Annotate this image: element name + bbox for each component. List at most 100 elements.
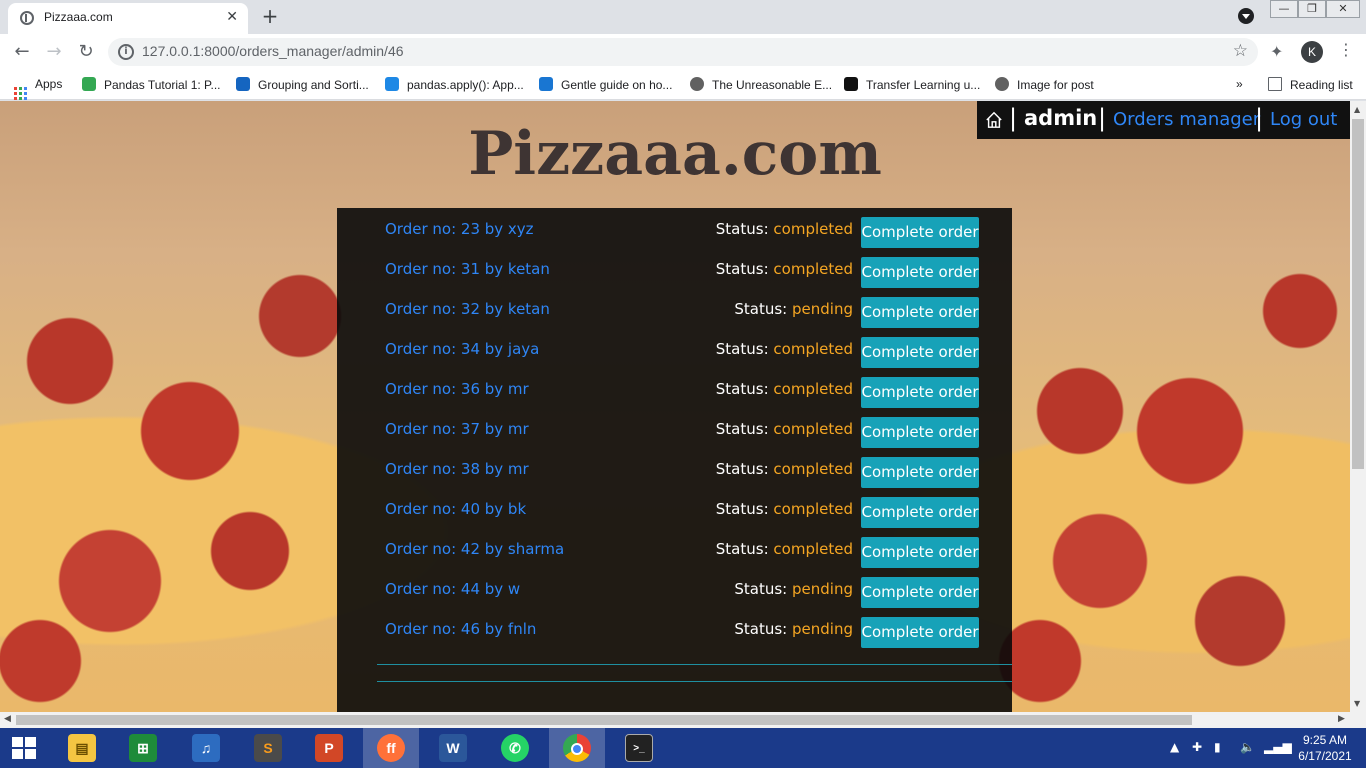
page-viewport: Pizzaaa.com | admin | Orders manager | L…: [0, 101, 1350, 712]
powerpoint-icon[interactable]: P: [301, 728, 357, 768]
medium-favicon-icon: [844, 77, 858, 91]
order-link[interactable]: Order no: 40 by bk: [385, 500, 526, 518]
status-value: completed: [773, 260, 853, 278]
status-value: completed: [773, 460, 853, 478]
order-link[interactable]: Order no: 37 by mr: [385, 420, 529, 438]
new-tab-button[interactable]: +: [256, 5, 284, 29]
pandas-apply-favicon-icon: [385, 77, 399, 91]
firefox-icon[interactable]: ff: [363, 728, 419, 768]
complete-order-button[interactable]: Complete order: [861, 417, 979, 448]
volume-icon[interactable]: 🔈: [1240, 740, 1255, 754]
browser-tab-active[interactable]: Pizzaaa.com ✕: [8, 3, 248, 34]
tab-close-icon[interactable]: ✕: [226, 9, 238, 25]
scroll-up-icon[interactable]: ▲: [1354, 105, 1360, 114]
order-link[interactable]: Order no: 32 by ketan: [385, 300, 550, 318]
bookmark-item[interactable]: pandas.apply(): App...: [385, 77, 524, 92]
scroll-right-icon[interactable]: ▶: [1338, 714, 1345, 724]
complete-order-button[interactable]: Complete order: [861, 377, 979, 408]
order-status: Status: pending: [734, 580, 853, 598]
complete-order-button[interactable]: Complete order: [861, 537, 979, 568]
chrome-icon[interactable]: [549, 728, 605, 768]
complete-order-button[interactable]: Complete order: [861, 217, 979, 248]
site-info-icon[interactable]: i: [118, 44, 134, 60]
bookmark-item[interactable]: Image for post: [995, 77, 1094, 92]
order-row: Order no: 36 by mr Status: completed Com…: [337, 376, 1012, 416]
battery-icon[interactable]: ▮: [1214, 740, 1221, 754]
file-explorer-icon[interactable]: ▤: [54, 728, 110, 768]
complete-order-button[interactable]: Complete order: [861, 617, 979, 648]
top-navigation: | admin | Orders manager | Log out: [977, 101, 1350, 139]
vertical-scrollbar[interactable]: ▲ ▼: [1350, 101, 1366, 712]
scroll-down-icon[interactable]: ▼: [1354, 699, 1360, 708]
complete-order-button[interactable]: Complete order: [861, 577, 979, 608]
order-row: Order no: 42 by sharma Status: completed…: [337, 536, 1012, 576]
order-status: Status: completed: [715, 340, 853, 358]
show-hidden-icons-icon[interactable]: ▲: [1170, 740, 1179, 754]
bookmark-item[interactable]: Grouping and Sorti...: [236, 77, 369, 92]
apps-grid-icon: [14, 87, 27, 100]
media-player-icon[interactable]: ♫: [178, 728, 234, 768]
status-value: pending: [792, 580, 853, 598]
home-icon[interactable]: [985, 111, 1003, 129]
restore-button[interactable]: ❐: [1298, 0, 1326, 18]
pandas-tutorial-favicon-icon: [82, 77, 96, 91]
bookmark-apps[interactable]: Apps: [14, 77, 62, 100]
reload-icon[interactable]: ↻: [74, 40, 98, 64]
scroll-left-icon[interactable]: ◀: [4, 714, 11, 724]
bookmark-item[interactable]: Gentle guide on ho...: [539, 77, 672, 92]
complete-order-button[interactable]: Complete order: [861, 497, 979, 528]
order-row: Order no: 23 by xyz Status: completed Co…: [337, 216, 1012, 256]
url-text[interactable]: 127.0.0.1:8000/orders_manager/admin/46: [142, 43, 404, 59]
address-bar[interactable]: i 127.0.0.1:8000/orders_manager/admin/46…: [108, 38, 1258, 66]
browser-menu-icon[interactable]: ⋮: [1338, 40, 1354, 59]
status-value: completed: [773, 420, 853, 438]
word-icon[interactable]: W: [425, 728, 481, 768]
bookmark-item[interactable]: Transfer Learning u...: [844, 77, 980, 92]
terminal-icon[interactable]: >_: [611, 728, 667, 768]
order-link[interactable]: Order no: 42 by sharma: [385, 540, 564, 558]
complete-order-button[interactable]: Complete order: [861, 297, 979, 328]
order-link[interactable]: Order no: 38 by mr: [385, 460, 529, 478]
order-row: Order no: 34 by jaya Status: completed C…: [337, 336, 1012, 376]
extensions-puzzle-icon[interactable]: ✦: [1270, 42, 1283, 61]
back-arrow-icon[interactable]: ←: [10, 40, 34, 64]
scrollbar-thumb[interactable]: [16, 715, 1192, 725]
store-icon[interactable]: ⊞: [115, 728, 171, 768]
order-row: Order no: 44 by w Status: pending Comple…: [337, 576, 1012, 616]
complete-order-button[interactable]: Complete order: [861, 457, 979, 488]
minimize-button[interactable]: —: [1270, 0, 1298, 18]
complete-order-button[interactable]: Complete order: [861, 337, 979, 368]
order-link[interactable]: Order no: 44 by w: [385, 580, 520, 598]
windows-start-icon[interactable]: [12, 737, 36, 759]
nav-separator: |: [1255, 104, 1264, 132]
horizontal-scrollbar[interactable]: ◀ ▶: [0, 712, 1366, 728]
order-link[interactable]: Order no: 36 by mr: [385, 380, 529, 398]
status-value: completed: [773, 540, 853, 558]
order-row: Order no: 40 by bk Status: completed Com…: [337, 496, 1012, 536]
tab-search-icon[interactable]: [1238, 8, 1254, 24]
close-window-button[interactable]: ✕: [1326, 0, 1360, 18]
scrollbar-thumb[interactable]: [1352, 119, 1364, 469]
logout-link[interactable]: Log out: [1270, 109, 1337, 130]
profile-avatar[interactable]: K: [1301, 41, 1323, 63]
bookmarks-overflow-icon[interactable]: »: [1236, 77, 1243, 91]
reading-list-button[interactable]: Reading list: [1268, 77, 1353, 92]
orders-manager-link[interactable]: Orders manager: [1113, 109, 1260, 130]
complete-order-button[interactable]: Complete order: [861, 257, 979, 288]
order-link[interactable]: Order no: 23 by xyz: [385, 220, 534, 238]
notification-icon[interactable]: ✚: [1192, 740, 1202, 754]
windows-taskbar: ▤ ⊞ ♫ S P ff W ✆ >_ ▲ ✚ ▮ 🔈 ▂▄▆ 9:25 AM …: [0, 728, 1366, 768]
system-clock[interactable]: 9:25 AM 6/17/2021: [1290, 732, 1360, 764]
network-icon[interactable]: ▂▄▆: [1264, 740, 1292, 754]
bookmark-star-icon[interactable]: ☆: [1233, 41, 1248, 61]
forward-arrow-icon[interactable]: →: [42, 40, 66, 64]
order-link[interactable]: Order no: 31 by ketan: [385, 260, 550, 278]
status-value: completed: [773, 220, 853, 238]
bookmark-item[interactable]: The Unreasonable E...: [690, 77, 832, 92]
order-link[interactable]: Order no: 34 by jaya: [385, 340, 539, 358]
sublime-text-icon[interactable]: S: [240, 728, 296, 768]
globe-icon: [995, 77, 1009, 91]
whatsapp-icon[interactable]: ✆: [487, 728, 543, 768]
order-link[interactable]: Order no: 46 by fnln: [385, 620, 536, 638]
bookmark-item[interactable]: Pandas Tutorial 1: P...: [82, 77, 221, 92]
